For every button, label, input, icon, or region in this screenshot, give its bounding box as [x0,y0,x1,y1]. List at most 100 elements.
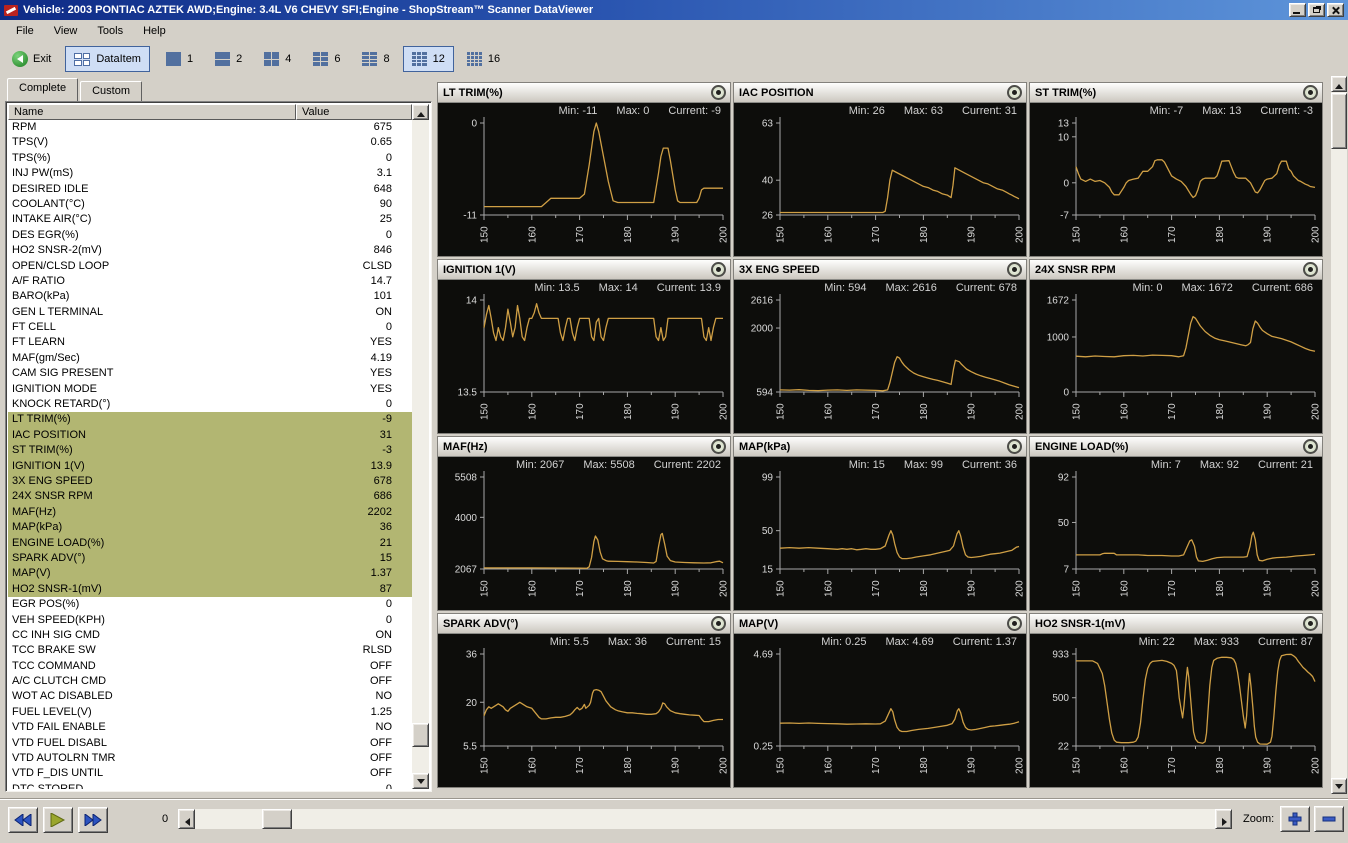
record-indicator-icon[interactable] [711,439,726,454]
record-indicator-icon[interactable] [711,85,726,100]
timeline-scrollbar[interactable] [178,809,1232,829]
svg-text:40: 40 [762,176,774,187]
table-row-a-c-clutch-cmd[interactable]: A/C CLUTCH CMDOFF [8,674,412,689]
table-row-map-v[interactable]: MAP(V)1.37 [8,566,412,581]
close-button[interactable] [1327,3,1344,17]
table-row-gen-l-terminal[interactable]: GEN L TERMINALON [8,305,412,320]
record-indicator-icon[interactable] [1007,262,1022,277]
table-row-open-clsd-loop[interactable]: OPEN/CLSD LOOPCLSD [8,259,412,274]
record-indicator-icon[interactable] [711,616,726,631]
zoom-in-button[interactable] [1280,806,1310,832]
record-indicator-icon[interactable] [1007,439,1022,454]
record-indicator-icon[interactable] [711,262,726,277]
dataitem-button[interactable]: DataItem [65,46,150,72]
layout-1-button[interactable]: 1 [157,46,202,72]
scroll-up-button[interactable] [412,104,429,120]
record-indicator-icon[interactable] [1303,616,1318,631]
table-row-map-kpa[interactable]: MAP(kPa)36 [8,520,412,535]
svg-text:170: 170 [871,757,882,774]
table-row-24x-snsr-rpm[interactable]: 24X SNSR RPM686 [8,489,412,504]
table-row-egr-pos[interactable]: EGR POS(%)0 [8,597,412,612]
layout-6-button[interactable]: 6 [304,46,349,72]
table-row-maf-hz[interactable]: MAF(Hz)2202 [8,505,412,520]
restore-button[interactable] [1308,3,1325,17]
timeline-scroll-left-button[interactable] [178,809,195,829]
menu-file[interactable]: File [6,22,44,40]
charts-scroll-up-button[interactable] [1331,76,1347,92]
table-row-vtd-autolrn-tmr[interactable]: VTD AUTOLRN TMROFF [8,751,412,766]
layout-8-button[interactable]: 8 [353,46,398,72]
record-indicator-icon[interactable] [1007,85,1022,100]
layout-12-button[interactable]: 12 [403,46,454,72]
table-row-ignition-mode[interactable]: IGNITION MODEYES [8,382,412,397]
table-row-engine-load[interactable]: ENGINE LOAD(%)21 [8,536,412,551]
table-row-ho2-snsr-2-mv[interactable]: HO2 SNSR-2(mV)846 [8,243,412,258]
layout-4-button[interactable]: 4 [255,46,300,72]
play-button[interactable] [43,807,73,833]
table-row-rpm[interactable]: RPM675 [8,120,412,135]
table-row-intake-air-c[interactable]: INTAKE AIR(°C)25 [8,212,412,227]
record-indicator-icon[interactable] [1303,262,1318,277]
tab-complete[interactable]: Complete [7,78,78,101]
timeline-scroll-right-button[interactable] [1215,809,1232,829]
table-row-des-egr[interactable]: DES EGR(%)0 [8,228,412,243]
table-row-3x-eng-speed[interactable]: 3X ENG SPEED678 [8,474,412,489]
table-row-vtd-f-dis-until[interactable]: VTD F_DIS UNTILOFF [8,766,412,781]
charts-scrollbar[interactable] [1331,76,1347,794]
charts-scroll-down-button[interactable] [1331,778,1347,794]
scrollbar-thumb[interactable] [412,723,429,747]
fast-forward-button[interactable] [78,807,108,833]
table-row-knock-retard[interactable]: KNOCK RETARD(°)0 [8,397,412,412]
svg-text:150: 150 [1072,403,1083,420]
grid-16-icon [467,52,482,66]
table-row-tcc-brake-sw[interactable]: TCC BRAKE SWRLSD [8,643,412,658]
charts-scrollbar-thumb[interactable] [1331,93,1347,149]
timeline-scrollbar-thumb[interactable] [262,809,292,829]
table-row-tps-v[interactable]: TPS(V)0.65 [8,135,412,150]
chart-body: Min: 5.5Max: 36Current: 1536205.51501601… [438,634,730,786]
chart-body: Min: 15Max: 99Current: 36995015150160170… [734,457,1026,609]
table-row-lt-trim[interactable]: LT TRIM(%)-9 [8,412,412,427]
table-row-inj-pw-ms[interactable]: INJ PW(mS)3.1 [8,166,412,181]
table-row-ft-cell[interactable]: FT CELL0 [8,320,412,335]
zoom-out-button[interactable] [1314,806,1344,832]
table-row-vtd-fail-enable[interactable]: VTD FAIL ENABLENO [8,720,412,735]
menu-tools[interactable]: Tools [87,22,133,40]
table-row-maf-gm-sec[interactable]: MAF(gm/Sec)4.19 [8,351,412,366]
table-row-tcc-command[interactable]: TCC COMMANDOFF [8,659,412,674]
table-row-dtc-stored[interactable]: DTC STORED0 [8,782,412,789]
table-row-desired-idle[interactable]: DESIRED IDLE648 [8,182,412,197]
table-row-baro-kpa[interactable]: BARO(kPa)101 [8,289,412,304]
record-indicator-icon[interactable] [1303,439,1318,454]
table-row-ho2-snsr-1-mv[interactable]: HO2 SNSR-1(mV)87 [8,582,412,597]
table-row-veh-speed-kph[interactable]: VEH SPEED(KPH)0 [8,613,412,628]
table-row-spark-adv[interactable]: SPARK ADV(°)15 [8,551,412,566]
table-scrollbar[interactable] [412,104,429,789]
table-row-cam-sig-present[interactable]: CAM SIG PRESENTYES [8,366,412,381]
table-row-ft-learn[interactable]: FT LEARNYES [8,335,412,350]
tab-custom[interactable]: Custom [80,81,142,101]
table-row-fuel-level-v[interactable]: FUEL LEVEL(V)1.25 [8,705,412,720]
column-header-name[interactable]: Name [8,104,296,120]
menu-view[interactable]: View [44,22,88,40]
rewind-button[interactable] [8,807,38,833]
menu-help[interactable]: Help [133,22,176,40]
scroll-down-button[interactable] [412,773,429,789]
table-row-vtd-fuel-disabl[interactable]: VTD FUEL DISABLOFF [8,736,412,751]
column-header-value[interactable]: Value [296,104,412,120]
exit-button[interactable]: Exit [5,46,58,72]
layout-2-button[interactable]: 2 [206,46,251,72]
table-row-wot-ac-disabled[interactable]: WOT AC DISABLEDNO [8,689,412,704]
table-row-iac-position[interactable]: IAC POSITION31 [8,428,412,443]
record-indicator-icon[interactable] [1007,616,1022,631]
table-row-a-f-ratio[interactable]: A/F RATIO14.7 [8,274,412,289]
table-row-ignition-1-v[interactable]: IGNITION 1(V)13.9 [8,459,412,474]
table-row-tps[interactable]: TPS(%)0 [8,151,412,166]
chart-body: Min: 26Max: 63Current: 31634026150160170… [734,103,1026,255]
table-row-cc-inh-sig-cmd[interactable]: CC INH SIG CMDON [8,628,412,643]
table-row-coolant-c[interactable]: COOLANT(°C)90 [8,197,412,212]
record-indicator-icon[interactable] [1303,85,1318,100]
minimize-button[interactable] [1289,3,1306,17]
layout-16-button[interactable]: 16 [458,46,509,72]
table-row-st-trim[interactable]: ST TRIM(%)-3 [8,443,412,458]
